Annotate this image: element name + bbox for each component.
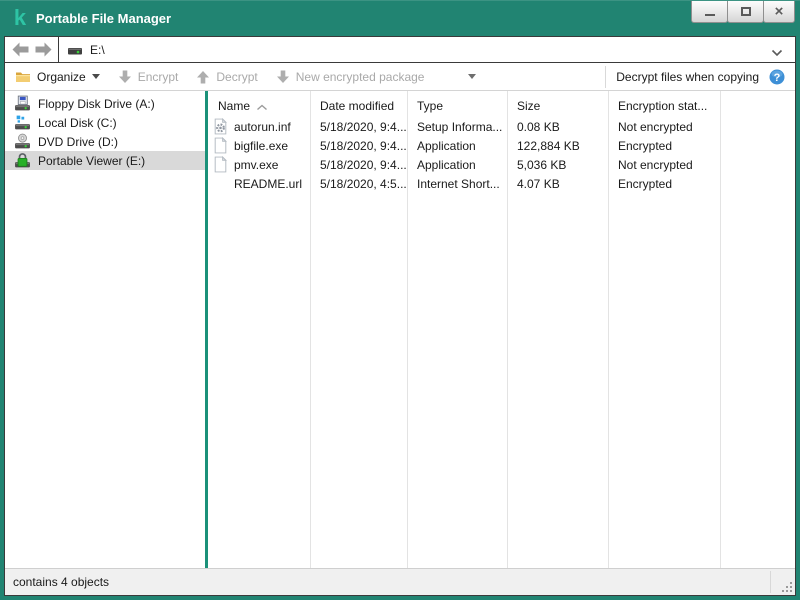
file-encryption-status: Not encrypted — [618, 119, 693, 134]
address-bar[interactable]: E:\ — [59, 37, 795, 62]
locked-drive-icon — [14, 152, 31, 169]
address-text: E:\ — [90, 42, 105, 57]
chevron-down-icon[interactable] — [771, 46, 783, 54]
column-divider[interactable] — [720, 91, 721, 568]
file-size: 0.08 KB — [517, 119, 560, 134]
file-icon — [212, 137, 229, 154]
file-type: Application — [417, 157, 476, 172]
maximize-button[interactable] — [727, 1, 764, 23]
file-size: 4.07 KB — [517, 176, 560, 191]
new-encrypted-package-label: New encrypted package — [295, 69, 425, 84]
file-date: 5/18/2020, 4:5... — [320, 176, 407, 191]
file-encryption-status: Encrypted — [618, 176, 673, 191]
file-type: Internet Short... — [417, 176, 500, 191]
file-icon — [212, 156, 229, 173]
file-type: Setup Informa... — [417, 119, 503, 134]
column-header-name[interactable]: Name — [208, 99, 310, 117]
nav-buttons — [5, 37, 59, 62]
column-divider[interactable] — [608, 91, 609, 568]
window-title: Portable File Manager — [36, 11, 172, 26]
file-list: Name Date modified Type Size Encryption … — [208, 91, 795, 568]
sort-ascending-icon — [256, 100, 268, 107]
file-name: README.url — [234, 176, 303, 191]
column-divider[interactable] — [507, 91, 508, 568]
file-row-bigfile-exe[interactable]: bigfile.exe 5/18/2020, 9:4... Applicatio… — [208, 136, 795, 155]
encrypt-button[interactable]: Encrypt — [116, 68, 181, 86]
file-name: pmv.exe — [234, 157, 279, 172]
new-encrypted-package-button[interactable]: New encrypted package — [274, 68, 479, 86]
file-type: Application — [417, 138, 476, 153]
file-size: 5,036 KB — [517, 157, 567, 172]
setup-file-icon — [212, 118, 229, 135]
organize-label: Organize — [37, 69, 86, 84]
file-name: autorun.inf — [234, 119, 291, 134]
sidebar-item-label: Floppy Disk Drive (A:) — [38, 96, 155, 111]
decrypt-label: Decrypt — [216, 69, 258, 84]
decrypt-button[interactable]: Decrypt — [194, 68, 259, 86]
client-area: E:\ Organize Encrypt Decrypt New encrypt… — [4, 36, 796, 596]
resize-grip-icon[interactable] — [781, 581, 793, 593]
toolbar-separator — [605, 65, 607, 88]
list-header: Name Date modified Type Size Encryption … — [208, 91, 795, 117]
encrypt-label: Encrypt — [137, 69, 179, 84]
file-date: 5/18/2020, 9:4... — [320, 119, 407, 134]
sidebar-item-portable-e[interactable]: Portable Viewer (E:) — [5, 151, 205, 170]
toolbar: Organize Encrypt Decrypt New encrypted p… — [5, 63, 795, 91]
window-controls: × — [691, 1, 795, 23]
file-size: 122,884 KB — [517, 138, 580, 153]
column-divider[interactable] — [310, 91, 311, 568]
file-date: 5/18/2020, 9:4... — [320, 157, 407, 172]
decrypt-when-copying-label: Decrypt files when copying — [616, 69, 759, 84]
back-button[interactable] — [12, 42, 29, 57]
sidebar-item-dvd-d[interactable]: DVD Drive (D:) — [5, 132, 205, 151]
organize-button[interactable]: Organize — [13, 67, 102, 87]
sidebar-item-label: Portable Viewer (E:) — [38, 153, 146, 168]
column-header-date-modified[interactable]: Date modified — [310, 99, 407, 117]
file-date: 5/18/2020, 9:4... — [320, 138, 407, 153]
file-row-readme-url[interactable]: README.url 5/18/2020, 4:5... Internet Sh… — [208, 174, 795, 193]
close-button[interactable]: × — [763, 1, 795, 23]
arrow-up-icon — [196, 70, 210, 84]
column-header-empty — [720, 113, 795, 117]
status-bar: contains 4 objects — [5, 568, 795, 595]
statusbar-separator — [770, 571, 771, 593]
drive-icon — [67, 42, 83, 58]
floppy-drive-icon — [14, 95, 31, 112]
column-divider[interactable] — [407, 91, 408, 568]
blank-icon — [212, 175, 229, 192]
status-text: contains 4 objects — [13, 575, 110, 589]
arrow-down-icon — [118, 70, 132, 84]
chevron-down-icon — [91, 74, 100, 79]
sidebar-item-local-c[interactable]: Local Disk (C:) — [5, 113, 205, 132]
titlebar: k Portable File Manager × — [0, 0, 800, 36]
app-window: k Portable File Manager × E:\ Organize E… — [0, 0, 800, 600]
local-disk-icon — [14, 114, 31, 131]
column-header-size[interactable]: Size — [507, 99, 608, 117]
minimize-icon — [704, 13, 715, 16]
file-encryption-status: Encrypted — [618, 138, 673, 153]
file-row-pmv-exe[interactable]: pmv.exe 5/18/2020, 9:4... Application 5,… — [208, 155, 795, 174]
file-row-autorun-inf[interactable]: autorun.inf 5/18/2020, 9:4... Setup Info… — [208, 117, 795, 136]
arrow-down-icon — [276, 70, 290, 84]
forward-button[interactable] — [35, 42, 52, 57]
file-encryption-status: Not encrypted — [618, 157, 693, 172]
sidebar-item-label: Local Disk (C:) — [38, 115, 117, 130]
toolbar-right-group: Decrypt files when copying — [605, 65, 785, 88]
close-icon: × — [774, 3, 784, 20]
folder-icon — [15, 69, 31, 85]
chevron-down-icon[interactable] — [468, 74, 477, 79]
sidebar-item-label: DVD Drive (D:) — [38, 134, 118, 149]
sidebar-item-floppy-a[interactable]: Floppy Disk Drive (A:) — [5, 94, 205, 113]
file-name: bigfile.exe — [234, 138, 289, 153]
column-header-encryption-status[interactable]: Encryption stat... — [608, 99, 720, 117]
main-area: Floppy Disk Drive (A:) Local Disk (C:) D… — [5, 91, 795, 568]
help-icon[interactable] — [769, 69, 785, 85]
minimize-button[interactable] — [691, 1, 728, 23]
dvd-drive-icon — [14, 133, 31, 150]
column-header-type[interactable]: Type — [407, 99, 507, 117]
drive-sidebar: Floppy Disk Drive (A:) Local Disk (C:) D… — [5, 91, 205, 568]
navigation-bar: E:\ — [5, 37, 795, 63]
kaspersky-logo-icon: k — [13, 5, 27, 30]
maximize-icon — [740, 7, 751, 16]
